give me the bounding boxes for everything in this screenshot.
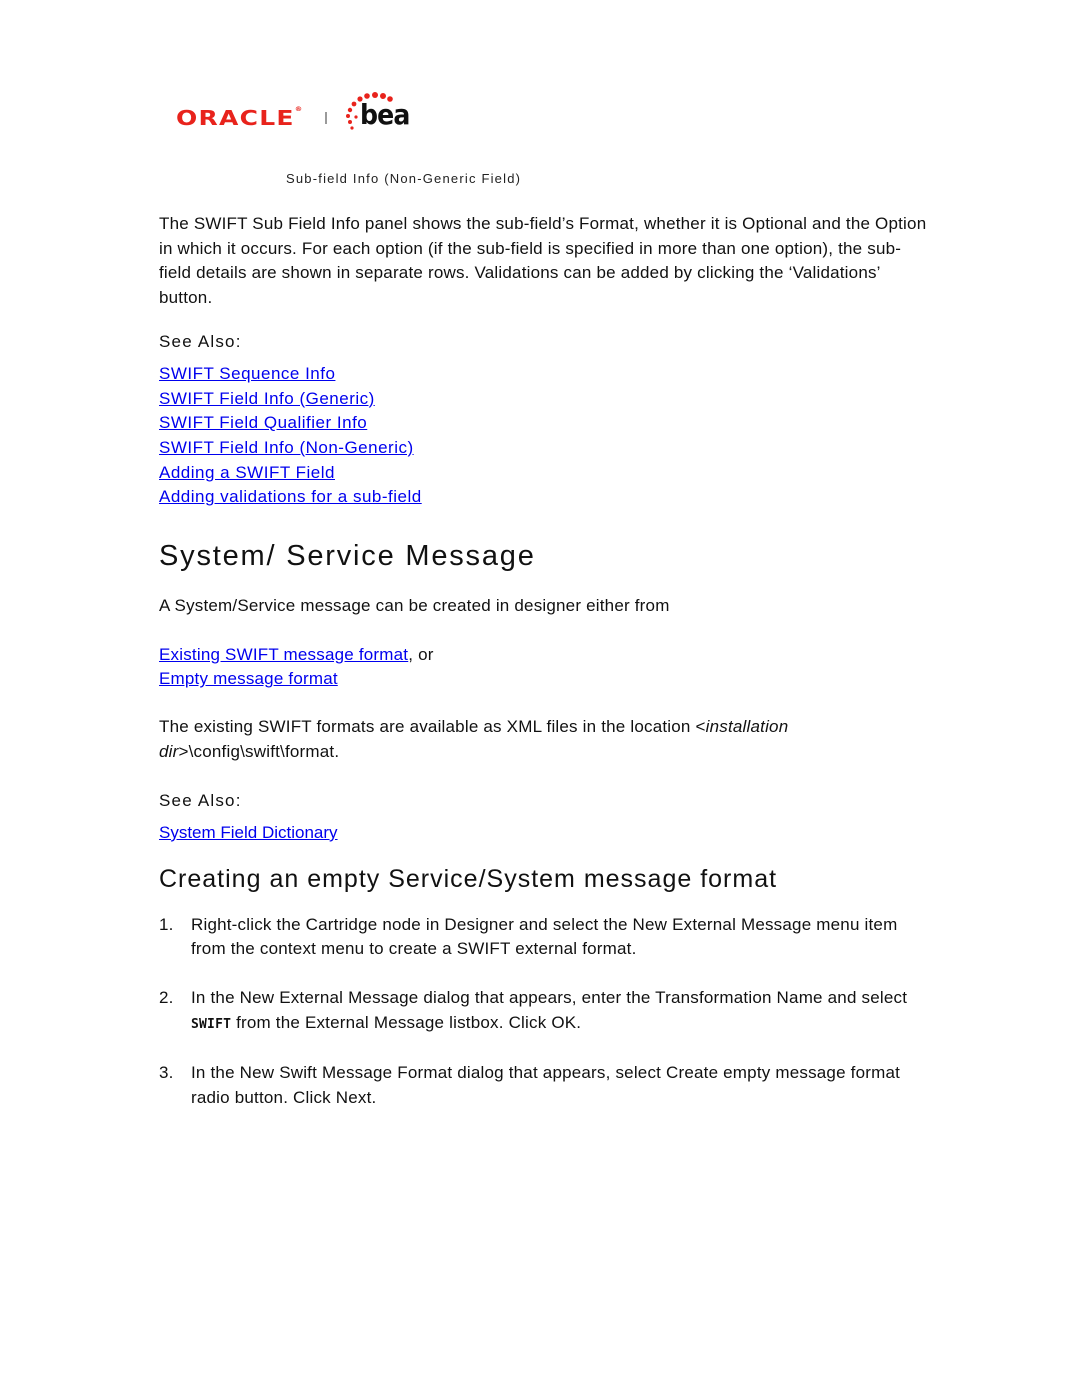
see-also-links: SWIFT Sequence Info SWIFT Field Info (Ge… xyxy=(159,362,929,510)
link-system-field-dictionary[interactable]: System Field Dictionary xyxy=(159,821,929,845)
step-text-end: from the External Message listbox. Click… xyxy=(231,1012,582,1032)
link-swift-field-info-generic[interactable]: SWIFT Field Info (Generic) xyxy=(159,387,929,412)
step-text: In the New External Message dialog that … xyxy=(191,987,908,1007)
link-empty-message-format[interactable]: Empty message format xyxy=(159,669,338,688)
oracle-bea-logo: ORACLE® bea xyxy=(176,92,416,134)
see-also-label-2: See Also: xyxy=(159,791,242,811)
logo-divider xyxy=(325,112,327,124)
option-suffix: , or xyxy=(408,644,434,664)
bea-logo-text: bea xyxy=(360,98,410,131)
see-also-label: See Also: xyxy=(159,332,242,352)
step-item: 3. In the New Swift Message Format dialo… xyxy=(159,1061,929,1110)
section-heading-system-service-message: System/ Service Message xyxy=(159,540,536,573)
document-body: The SWIFT Sub Field Info panel shows the… xyxy=(159,212,929,1134)
swift-code-term: SWIFT xyxy=(191,1016,232,1032)
step-number: 1. xyxy=(159,914,174,934)
link-existing-swift-message-format[interactable]: Existing SWIFT message format xyxy=(159,645,408,664)
bea-logo: bea xyxy=(344,92,414,134)
link-adding-swift-field[interactable]: Adding a SWIFT Field xyxy=(159,461,929,486)
section-heading-create-empty-format: Creating an empty Service/System message… xyxy=(159,864,778,893)
steps-list: 1. Right-click the Cartridge node in Des… xyxy=(159,913,929,1111)
step-item: 1. Right-click the Cartridge node in Des… xyxy=(159,913,929,962)
existing-formats-location: The existing SWIFT formats are available… xyxy=(159,715,929,764)
link-swift-sequence-info[interactable]: SWIFT Sequence Info xyxy=(159,362,929,387)
step-item: 2. In the New External Message dialog th… xyxy=(159,986,929,1037)
step-text: In the New Swift Message Format dialog t… xyxy=(191,1063,901,1107)
step-number: 2. xyxy=(159,987,174,1007)
step-number: 3. xyxy=(159,1063,174,1083)
system-service-intro: A System/Service message can be created … xyxy=(159,596,670,616)
subfield-info-description: The SWIFT Sub Field Info panel shows the… xyxy=(159,214,927,307)
link-swift-field-qualifier-info[interactable]: SWIFT Field Qualifier Info xyxy=(159,411,929,436)
message-format-options: Existing SWIFT message format, or Empty … xyxy=(159,643,929,692)
oracle-logo-text: ORACLE® xyxy=(176,106,304,130)
link-swift-field-info-non-generic[interactable]: SWIFT Field Info (Non-Generic) xyxy=(159,436,929,461)
location-text-start: The existing SWIFT formats are available… xyxy=(159,716,706,736)
location-text-end: >\config\swift\format. xyxy=(178,741,340,761)
figure-caption: Sub-field Info (Non-Generic Field) xyxy=(286,171,522,186)
step-text: Right-click the Cartridge node in Design… xyxy=(191,914,898,959)
link-adding-validations-subfield[interactable]: Adding validations for a sub-field xyxy=(159,485,929,510)
